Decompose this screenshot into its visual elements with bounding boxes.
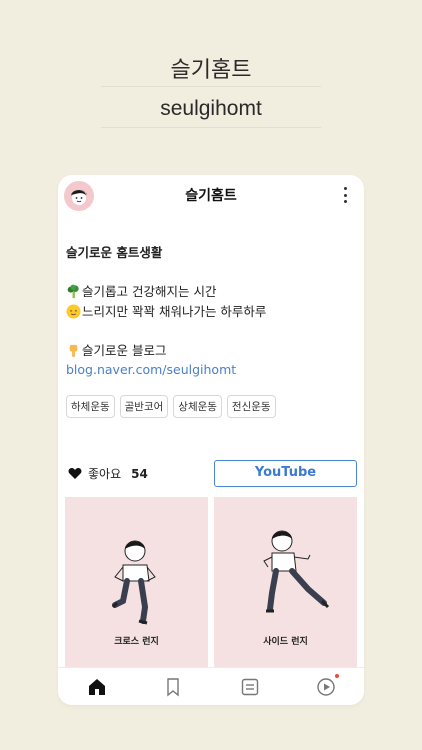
exercise-card[interactable]: 크로스 런지 — [65, 497, 208, 669]
tag-chip[interactable]: 하체운동 — [66, 395, 115, 418]
profile-bio: 슬기로운 홈트생활 슬기롭고 건강해지는 시간 느리지만 꽉꽉 채워나가는 하루… — [66, 243, 356, 380]
tag-chip[interactable]: 골반코어 — [119, 395, 169, 418]
tag-chip[interactable]: 상체운동 — [173, 395, 222, 418]
bio-title: 슬기로운 홈트생활 — [66, 245, 163, 260]
like-label: 좋아요 — [88, 467, 122, 481]
like-count: 54 — [131, 466, 148, 481]
profile-name: 슬기홈트 — [185, 188, 237, 204]
blog-link[interactable]: blog.naver.com/seulgihomt — [66, 360, 356, 380]
bio-line-1: 슬기롭고 건강해지는 시간 — [66, 282, 356, 302]
notification-dot — [335, 674, 339, 678]
bio-line-3: 슬기로운 블로그 — [66, 341, 356, 361]
like-button[interactable]: 좋아요 54 — [68, 465, 148, 482]
home-icon[interactable] — [87, 677, 107, 697]
play-icon[interactable] — [316, 677, 336, 697]
profile-header: 슬기홈트 — [58, 175, 364, 215]
card-label: 크로스 런지 — [114, 637, 159, 647]
hero-divider-top — [101, 86, 321, 87]
pointing-down-hand-icon — [69, 344, 78, 357]
hero-divider-bottom — [101, 127, 321, 128]
tag-chip[interactable]: 전신운동 — [226, 395, 276, 418]
list-icon[interactable] — [240, 677, 260, 697]
heart-icon — [68, 468, 82, 479]
tag-list: 하체운동 골반코어 상체운동 전신운동 — [66, 395, 276, 418]
bookmark-icon[interactable] — [163, 677, 183, 697]
exercise-card[interactable]: 사이드 런지 — [214, 497, 357, 669]
youtube-button[interactable]: YouTube — [214, 460, 357, 487]
bio-line-2: 느리지만 꽉꽉 채워나가는 하루하루 — [66, 302, 356, 322]
bottom-tab-bar — [58, 667, 364, 705]
broccoli-icon — [67, 284, 79, 299]
hero-title: 슬기홈트 — [170, 58, 252, 83]
hero-subtitle: seulgihomt — [160, 97, 262, 120]
more-vertical-icon[interactable] — [338, 185, 352, 205]
card-label: 사이드 런지 — [263, 637, 308, 647]
relieved-face-icon — [66, 303, 81, 319]
phone-screen: 슬기홈트 슬기로운 홈트생활 슬기롭고 건강해지는 시간 느리지만 꽉꽉 채워나… — [58, 175, 364, 705]
